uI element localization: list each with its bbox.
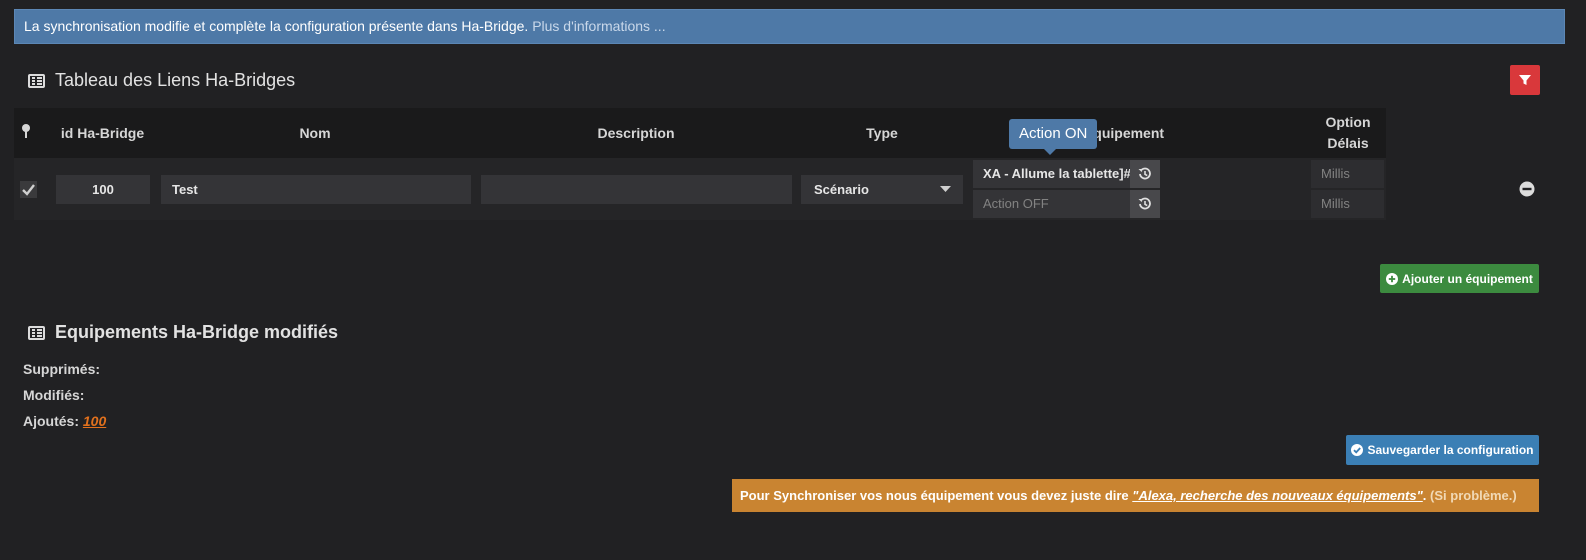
sync-warning-text: Pour Synchroniser vos nous équipement vo…: [740, 488, 1129, 503]
delay-off-input[interactable]: Millis: [1311, 190, 1384, 218]
added-value-link[interactable]: 100: [83, 413, 106, 429]
row-name-field[interactable]: Test: [161, 175, 471, 204]
header-delay: Délais: [1327, 135, 1369, 151]
row-type-select[interactable]: Scénario: [801, 175, 963, 204]
action-off-history-button[interactable]: [1130, 190, 1160, 218]
list-icon: [28, 325, 45, 340]
info-alert: La synchronisation modifie et complète l…: [14, 9, 1565, 44]
table-header: id Ha-Bridge Nom Description Type Equipe…: [14, 108, 1386, 158]
caret-down-icon: [940, 186, 951, 192]
header-option: Option: [1325, 114, 1371, 130]
row-checkbox[interactable]: [20, 181, 37, 198]
check-circle-icon: [1351, 444, 1364, 456]
modified-label: Modifiés:: [23, 387, 85, 403]
list-icon: [28, 73, 45, 88]
plus-circle-icon: [1386, 272, 1399, 285]
links-section-title-text: Tableau des Liens Ha-Bridges: [55, 70, 296, 90]
action-on-tooltip: Action ON: [1009, 119, 1098, 155]
links-section-title: Tableau des Liens Ha-Bridges: [28, 70, 295, 91]
help-link[interactable]: (Si problème.): [1430, 488, 1517, 503]
modified-section-title-text: Equipements Ha-Bridge modifiés: [55, 322, 339, 342]
sync-warning-period: .: [1422, 488, 1427, 503]
header-name: Nom: [299, 125, 331, 141]
header-type: Type: [866, 125, 898, 141]
history-icon: [1138, 167, 1151, 180]
modified-section-title: Equipements Ha-Bridge modifiés: [28, 322, 338, 343]
action-on-input[interactable]: XA - Allume la tablette]#: [973, 160, 1130, 188]
save-configuration-button[interactable]: Sauvegarder la configuration: [1346, 435, 1539, 465]
filter-button[interactable]: [1510, 65, 1540, 95]
row-id-field[interactable]: 100: [56, 175, 150, 204]
deleted-label: Supprimés:: [23, 361, 101, 377]
row-type-value: Scénario: [814, 182, 869, 197]
sync-warning: Pour Synchroniser vos nous équipement vo…: [732, 479, 1539, 512]
header-description: Description: [597, 125, 675, 141]
action-off-input[interactable]: Action OFF: [973, 190, 1130, 218]
delay-on-input[interactable]: Millis: [1311, 160, 1384, 188]
row-description-field[interactable]: [481, 175, 792, 204]
more-info-link[interactable]: Plus d'informations ...: [532, 18, 665, 34]
remove-row-icon[interactable]: [1519, 181, 1535, 197]
add-equipment-label: Ajouter un équipement: [1402, 271, 1533, 286]
pin-icon: [22, 124, 30, 138]
info-alert-text: La synchronisation modifie et complète l…: [24, 18, 529, 34]
history-icon: [1138, 197, 1151, 210]
added-row: Ajoutés: 100: [23, 413, 106, 429]
added-label: Ajoutés:: [23, 413, 79, 429]
save-configuration-label: Sauvegarder la configuration: [1367, 443, 1534, 457]
header-id: id Ha-Bridge: [60, 125, 145, 141]
filter-icon: [1519, 75, 1531, 85]
alexa-phrase: "Alexa, recherche des nouveaux équipemen…: [1132, 488, 1423, 503]
action-on-history-button[interactable]: [1130, 160, 1160, 188]
add-equipment-button[interactable]: Ajouter un équipement: [1380, 264, 1539, 293]
